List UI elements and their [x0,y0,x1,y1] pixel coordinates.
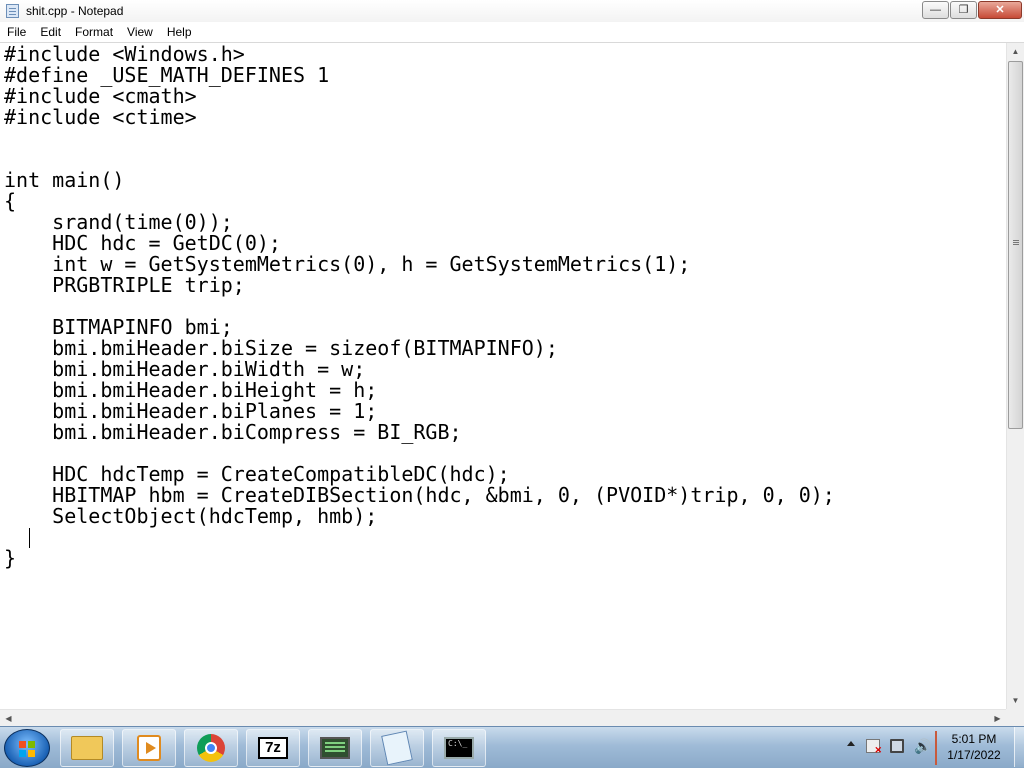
folder-icon [71,736,103,760]
horizontal-scrollbar[interactable]: ◀ ▶ [0,709,1006,726]
text-caret [29,528,30,548]
notepad-app-icon[interactable] [6,4,19,18]
title-bar[interactable]: shit.cpp - Notepad — ❐ ✕ [0,0,1024,23]
restore-icon: ❐ [958,4,969,16]
code-line: #include <ctime> [4,105,197,129]
menu-bar: File Edit Format View Help [0,22,1024,43]
taskbar-google-chrome[interactable] [184,729,238,767]
code-line: BITMAPINFO bmi; [4,315,233,339]
window-title: shit.cpp - Notepad [26,4,124,18]
code-line: HDC hdcTemp = CreateCompatibleDC(hdc); [4,462,510,486]
code-line: int w = GetSystemMetrics(0), h = GetSyst… [4,252,691,276]
clock-time: 5:01 PM [951,732,997,746]
code-line: } [4,546,17,570]
menu-file[interactable]: File [0,22,33,42]
network-icon[interactable] [890,739,904,753]
vertical-scroll-thumb[interactable] [1008,61,1023,429]
menu-edit[interactable]: Edit [33,22,68,42]
show-hidden-icons-icon[interactable] [847,741,855,746]
taskbar-7-zip[interactable]: 7z [246,729,300,767]
scroll-right-arrow-icon[interactable]: ▶ [989,710,1006,727]
scroll-up-arrow-icon[interactable]: ▲ [1007,43,1024,60]
window-controls: — ❐ ✕ [921,1,1022,19]
start-button[interactable] [4,729,50,767]
clock-date: 1/17/2022 [947,748,1001,762]
code-line: bmi.bmiHeader.biWidth = w; [4,357,366,381]
close-icon: ✕ [995,4,1005,16]
minimize-icon: — [930,4,941,16]
monitor-icon [320,737,350,759]
code-line: srand(time(0)); [4,210,233,234]
sevenzip-icon: 7z [258,737,288,759]
taskbar-clock[interactable]: 5:01 PM 1/17/2022 [936,731,1012,767]
code-line: #include <Windows.h> [4,43,245,66]
menu-format[interactable]: Format [68,22,120,42]
code-line: bmi.bmiHeader.biSize = sizeof(BITMAPINFO… [4,336,558,360]
notepad-icon [381,730,413,766]
size-grip[interactable] [1006,709,1024,726]
media-player-icon [137,735,161,761]
console-icon: C:\_ [444,737,474,759]
menu-view[interactable]: View [120,22,160,42]
scroll-down-arrow-icon[interactable]: ▼ [1007,692,1024,709]
volume-icon[interactable]: 🔊 [914,738,931,755]
editor-text-area[interactable]: #include <Windows.h> #define _USE_MATH_D… [0,43,1006,709]
taskbar-media-player[interactable] [122,729,176,767]
code-line: bmi.bmiHeader.biCompress = BI_RGB; [4,420,462,444]
grip-icon [1013,240,1019,241]
taskbar-command-prompt[interactable]: C:\_ [432,729,486,767]
chrome-icon [197,734,225,762]
code-line: PRGBTRIPLE trip; [4,273,245,297]
action-center-flag-icon[interactable] [866,739,882,756]
close-button[interactable]: ✕ [978,1,1022,19]
code-line: HDC hdc = GetDC(0); [4,231,281,255]
code-line: #include <cmath> [4,84,197,108]
scroll-left-arrow-icon[interactable]: ◀ [0,710,17,727]
menu-help[interactable]: Help [160,22,199,42]
minimize-button[interactable]: — [922,1,949,19]
code-line: bmi.bmiHeader.biHeight = h; [4,378,378,402]
restore-button[interactable]: ❐ [950,1,977,19]
code-line: HBITMAP hbm = CreateDIBSection(hdc, &bmi… [4,483,835,507]
taskbar: 7z C:\_ 🔊 5:01 PM 1/17/2022 [0,726,1024,768]
code-line: int main() [4,168,125,192]
taskbar-file-explorer[interactable] [60,729,114,767]
code-line: SelectObject(hdcTemp, hmb); [4,504,378,528]
taskbar-notepad[interactable] [370,729,424,767]
show-desktop-button[interactable] [1014,727,1024,767]
code-line: bmi.bmiHeader.biPlanes = 1; [4,399,378,423]
system-tray: 🔊 [840,727,936,767]
taskbar-task-monitor[interactable] [308,729,362,767]
code-line: { [4,189,17,213]
vertical-scrollbar[interactable]: ▲ ▼ [1006,43,1024,709]
code-line: #define _USE_MATH_DEFINES 1 [4,63,330,87]
